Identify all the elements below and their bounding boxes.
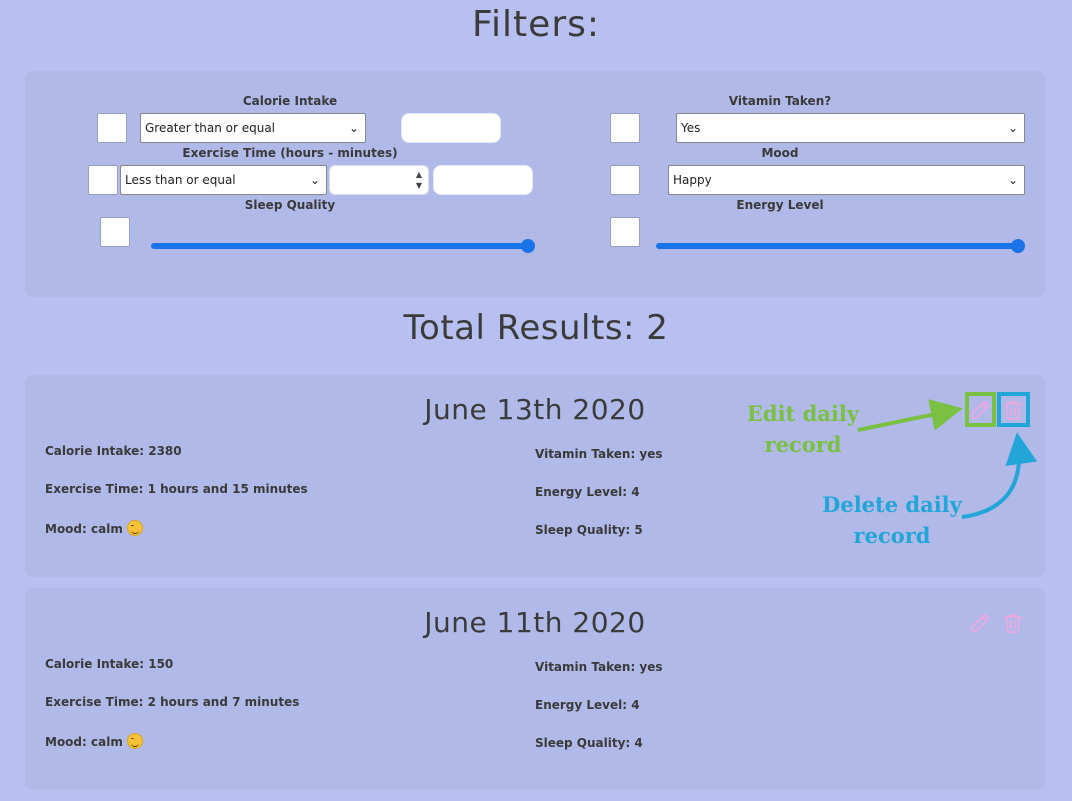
annotation-arrows [857,399,1038,519]
edit-arrow [857,399,963,432]
delete-arrow [961,432,1038,519]
